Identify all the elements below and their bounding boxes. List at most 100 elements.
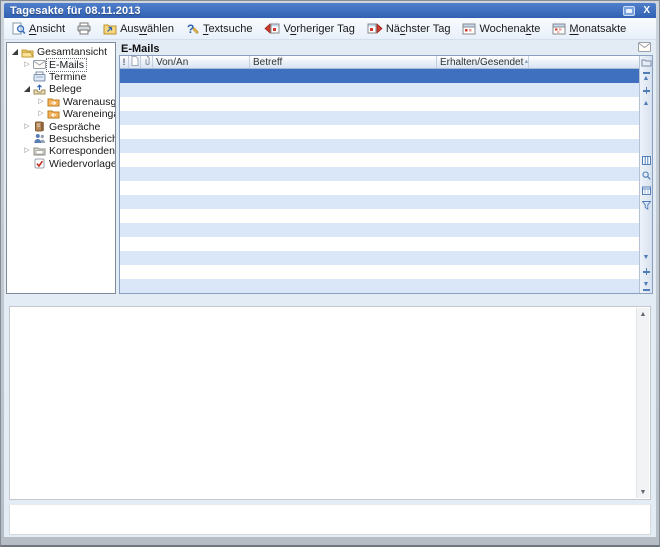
tree-item-wareneingang[interactable]: ▷ Wareneingang bbox=[8, 108, 114, 120]
page-icon bbox=[131, 56, 139, 68]
titlebar[interactable]: Tagesakte für 08.11.2013 X bbox=[4, 3, 656, 18]
tree-item-belege[interactable]: ◢ Belege bbox=[8, 83, 114, 95]
correspondence-folder-icon bbox=[32, 146, 47, 156]
column-document[interactable] bbox=[129, 56, 141, 68]
auswaehlen-button[interactable]: Auswählen bbox=[99, 20, 180, 37]
ansicht-label: Ansicht bbox=[29, 23, 65, 35]
scroll-top-icon[interactable]: ▲ bbox=[640, 72, 652, 82]
expanded-triangle-icon[interactable]: ◢ bbox=[22, 84, 32, 94]
table-row[interactable] bbox=[120, 69, 639, 83]
table-row[interactable] bbox=[120, 97, 639, 111]
column-label: Erhalten/Gesendet bbox=[440, 57, 523, 68]
toolbar: Ansicht Auswählen ? Textsuche bbox=[4, 18, 656, 40]
tree-item-gespraeche[interactable]: ▷ Gespräche bbox=[8, 120, 114, 132]
tree-item-gesamtansicht[interactable]: ◢ Gesamtansicht bbox=[8, 46, 114, 58]
collapsed-triangle-icon[interactable]: ▷ bbox=[22, 60, 32, 70]
preview-panel[interactable]: ▲ ▼ bbox=[9, 306, 651, 500]
row-up-icon[interactable]: ▲ bbox=[640, 100, 652, 107]
date-jump-icon[interactable] bbox=[640, 186, 652, 197]
auswaehlen-label: Auswählen bbox=[120, 23, 174, 35]
notebook-icon bbox=[32, 121, 47, 132]
appointments-icon bbox=[32, 71, 47, 82]
tree-item-label: Gesamtansicht bbox=[35, 46, 109, 58]
table-row[interactable] bbox=[120, 167, 639, 181]
ansicht-button[interactable]: Ansicht bbox=[8, 20, 71, 37]
table-row[interactable] bbox=[120, 83, 639, 97]
column-empty[interactable] bbox=[529, 56, 639, 68]
monatsakte-label: Monatsakte bbox=[569, 23, 626, 35]
table-row[interactable] bbox=[120, 181, 639, 195]
textsuche-button[interactable]: ? Textsuche bbox=[182, 20, 259, 37]
printer-icon bbox=[77, 22, 91, 35]
window-inner: Tagesakte für 08.11.2013 X Ansicht bbox=[4, 3, 656, 537]
collapsed-triangle-icon[interactable]: ▷ bbox=[22, 146, 32, 156]
tree-item-wiedervorlagen[interactable]: ▷ Wiedervorlagen bbox=[8, 158, 114, 170]
tree-item-label: E-Mails bbox=[47, 59, 86, 71]
table-row[interactable] bbox=[120, 237, 639, 251]
row-down-icon[interactable]: ▼ bbox=[640, 254, 652, 261]
column-attachment[interactable] bbox=[141, 56, 153, 68]
month-calendar-icon bbox=[552, 22, 566, 35]
wochenakte-label: Wochenakte bbox=[479, 23, 540, 35]
scroll-up-icon[interactable]: ▲ bbox=[637, 308, 649, 320]
scroll-down-icon[interactable]: ▼ bbox=[637, 486, 649, 498]
search-icon[interactable] bbox=[640, 171, 652, 182]
tree-item-label: Wareneingang bbox=[61, 108, 116, 120]
print-button[interactable] bbox=[73, 20, 97, 37]
table-row[interactable] bbox=[120, 111, 639, 125]
table-body bbox=[120, 69, 639, 293]
table-row[interactable] bbox=[120, 125, 639, 139]
column-betreff[interactable]: Betreff bbox=[250, 56, 437, 68]
page-down-icon[interactable] bbox=[640, 267, 652, 276]
window-title: Tagesakte für 08.11.2013 bbox=[10, 5, 623, 17]
monatsakte-button[interactable]: Monatsakte bbox=[548, 20, 632, 37]
close-button[interactable]: X bbox=[641, 6, 652, 16]
table-row[interactable] bbox=[120, 195, 639, 209]
table-row[interactable] bbox=[120, 223, 639, 237]
collapsed-triangle-icon[interactable]: ▷ bbox=[22, 122, 32, 132]
previous-day-icon bbox=[264, 22, 280, 35]
tree-item-termine[interactable]: ▷ Termine bbox=[8, 71, 114, 83]
tree-item-label: Wiedervorlagen bbox=[47, 158, 116, 170]
textsuche-label: Textsuche bbox=[203, 23, 253, 35]
tree-item-e-mails[interactable]: ▷ E-Mails bbox=[8, 58, 114, 70]
vorheriger-tag-label: Vorheriger Tag bbox=[283, 23, 354, 35]
scroll-bottom-icon[interactable]: ▼ bbox=[640, 281, 652, 291]
section-title: E-Mails bbox=[121, 43, 638, 55]
collapsed-triangle-icon[interactable]: ▷ bbox=[36, 97, 46, 107]
view-magnifier-icon bbox=[12, 22, 26, 35]
tree-item-label: Korrespondenzen bbox=[47, 145, 116, 157]
app-window: Tagesakte für 08.11.2013 X Ansicht bbox=[0, 0, 660, 547]
table-row[interactable] bbox=[120, 153, 639, 167]
column-chooser-icon[interactable] bbox=[640, 58, 652, 69]
collapsed-triangle-icon[interactable]: ▷ bbox=[36, 109, 46, 119]
preview-scrollbar[interactable]: ▲ ▼ bbox=[636, 308, 649, 498]
open-folder-icon bbox=[20, 47, 35, 58]
tree-item-label: Gespräche bbox=[47, 121, 102, 133]
vorheriger-tag-button[interactable]: Vorheriger Tag bbox=[260, 20, 360, 37]
tree-panel: ◢ Gesamtansicht ▷ E-Mails ▷ Termine ◢ bbox=[6, 42, 116, 294]
page-up-icon[interactable] bbox=[640, 86, 652, 95]
tree-item-label: Termine bbox=[47, 71, 88, 83]
people-icon bbox=[32, 133, 47, 144]
main-panel: E-Mails ! Von/An Betreff Erhalten/Gesend… bbox=[119, 42, 653, 294]
next-day-icon bbox=[367, 22, 383, 35]
column-erhalten-gesendet[interactable]: Erhalten/Gesendet ▲ bbox=[437, 56, 529, 68]
table-row[interactable] bbox=[120, 209, 639, 223]
table-row[interactable] bbox=[120, 139, 639, 153]
tree-item-korrespondenzen[interactable]: ▷ Korrespondenzen bbox=[8, 145, 114, 157]
columns-icon[interactable] bbox=[640, 156, 652, 167]
naechster-tag-button[interactable]: Nächster Tag bbox=[363, 20, 457, 37]
column-priority[interactable]: ! bbox=[120, 56, 129, 68]
table-row[interactable] bbox=[120, 251, 639, 265]
restore-button[interactable] bbox=[623, 6, 635, 16]
filter-icon[interactable] bbox=[640, 201, 652, 212]
tree-item-besuchsberichte[interactable]: ▷ Besuchsberichte bbox=[8, 133, 114, 145]
expanded-triangle-icon[interactable]: ◢ bbox=[10, 47, 20, 57]
grid-nav-strip: ▲ ▲ ▼ ▼ bbox=[639, 56, 652, 293]
table-row[interactable] bbox=[120, 265, 639, 279]
column-von-an[interactable]: Von/An bbox=[153, 56, 250, 68]
tree-item-warenausgang[interactable]: ▷ Warenausgang bbox=[8, 96, 114, 108]
wochenakte-button[interactable]: Wochenakte bbox=[458, 20, 546, 37]
table-row[interactable] bbox=[120, 279, 639, 293]
